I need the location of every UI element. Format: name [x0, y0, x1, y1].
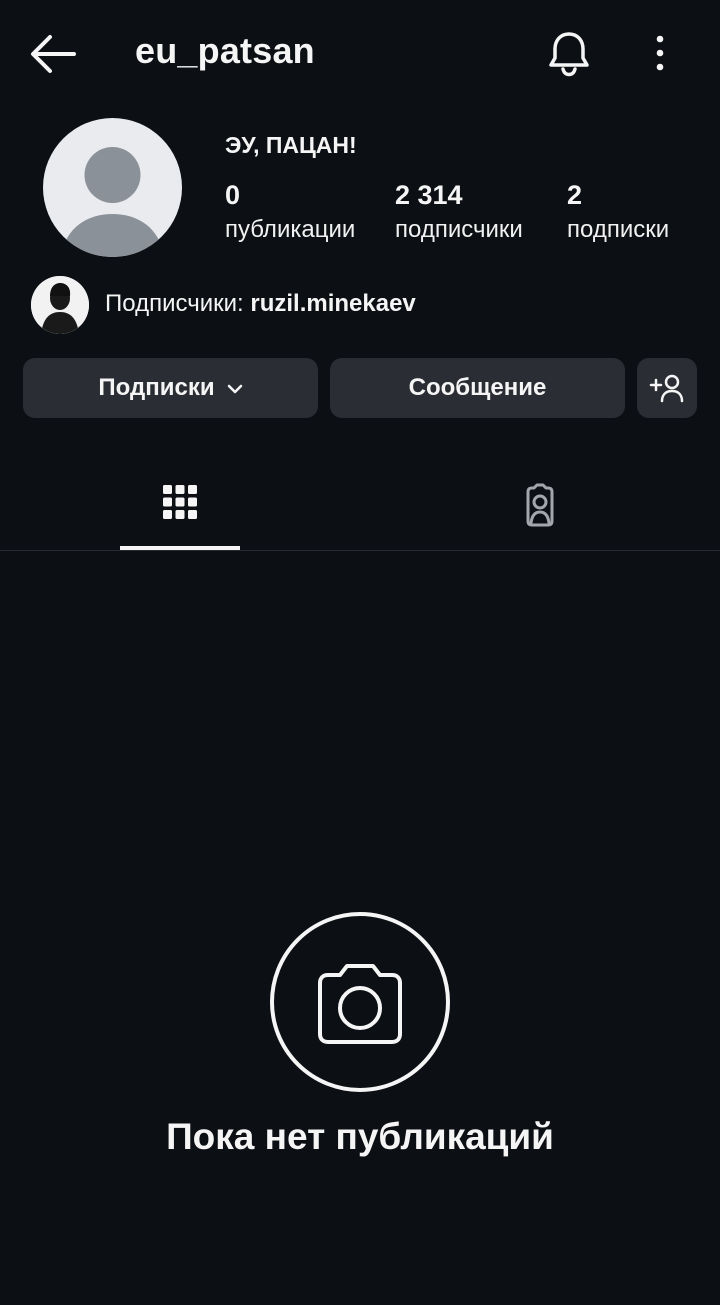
chevron-down-icon: [227, 374, 243, 402]
tabs-divider: [0, 550, 720, 551]
following-button[interactable]: Подписки: [23, 358, 318, 418]
mutual-followers[interactable]: Подписчики: ruzil.minekaev: [31, 276, 631, 334]
tab-tagged[interactable]: [480, 470, 600, 550]
posts-stat: 0 публикации: [225, 178, 355, 248]
default-avatar-icon: [61, 147, 164, 257]
mutual-follower-avatar: [31, 276, 89, 334]
add-user-button[interactable]: [637, 358, 697, 418]
followers-count: 2 314: [395, 180, 463, 210]
profile-avatar[interactable]: [43, 118, 182, 257]
posts-count: 0: [225, 180, 241, 210]
bell-icon: [549, 32, 589, 77]
message-button[interactable]: Сообщение: [330, 358, 625, 418]
mutual-followers-text: Подписчики: ruzil.minekaev: [105, 290, 416, 318]
camera-icon: [270, 912, 450, 1092]
profile-page: eu_patsan ЭУ, ПАЦАН! 0 публикации 2 314: [0, 0, 720, 1305]
message-button-label: Сообщение: [408, 374, 547, 401]
arrow-left-icon: [31, 35, 76, 73]
person-silhouette-icon: [31, 276, 89, 334]
following-count: 2: [567, 180, 583, 210]
top-bar: eu_patsan: [0, 0, 720, 108]
empty-state-title: Пока нет публикаций: [166, 1116, 554, 1157]
add-person-icon: [649, 374, 684, 403]
back-button[interactable]: [26, 32, 80, 76]
tagged-person-icon: [526, 483, 554, 527]
following-label: подписки: [567, 216, 670, 243]
profile-username: eu_patsan: [135, 30, 315, 71]
more-vertical-icon: [656, 35, 664, 71]
empty-state-camera: [270, 912, 450, 1092]
mutual-followers-prefix: Подписчики:: [105, 290, 251, 317]
posts-label: публикации: [225, 216, 356, 243]
more-options-button[interactable]: [640, 30, 680, 76]
following-button-label: Подписки: [98, 374, 215, 401]
followers-label: подписчики: [395, 216, 523, 243]
followers-stat[interactable]: 2 314 подписчики: [395, 178, 523, 248]
notifications-button[interactable]: [545, 28, 593, 78]
grid-icon: [163, 485, 197, 519]
mutual-follower-name: ruzil.minekaev: [250, 290, 416, 317]
following-stat[interactable]: 2 подписки: [567, 178, 669, 248]
profile-display-name: ЭУ, ПАЦАН!: [225, 132, 357, 158]
tab-posts-grid[interactable]: [120, 470, 240, 550]
